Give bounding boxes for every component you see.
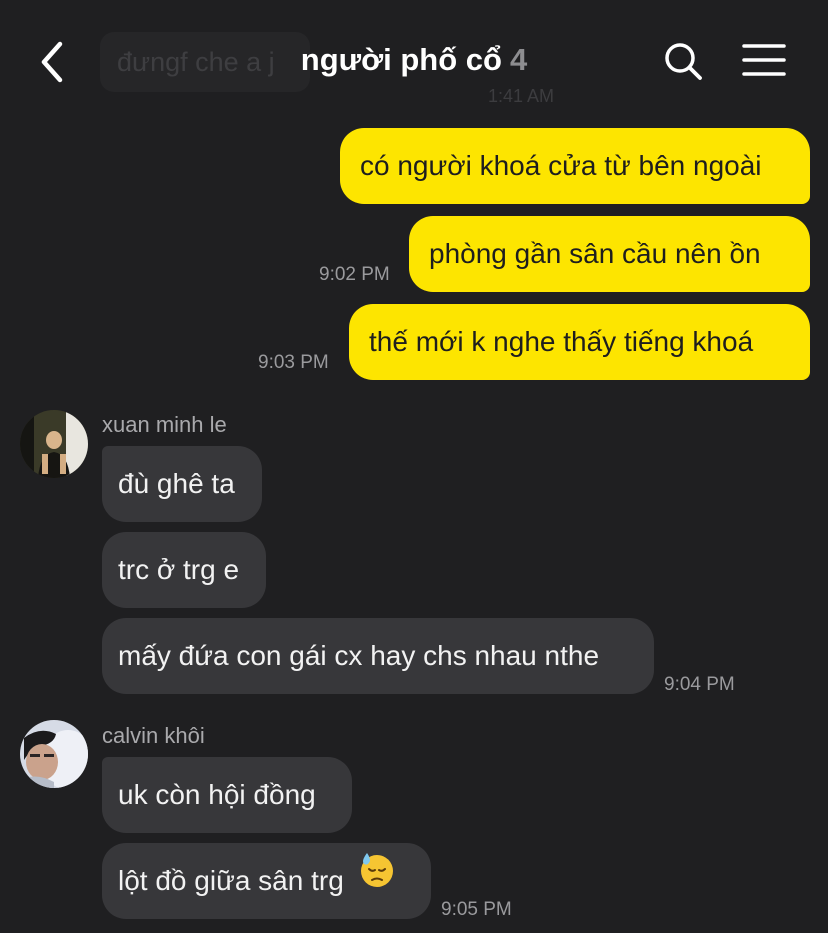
search-icon xyxy=(665,43,702,80)
message-time: 9:03 PM xyxy=(258,352,329,373)
profile-photo xyxy=(20,720,88,788)
sender-name: calvin khôi xyxy=(102,723,205,748)
incoming-message[interactable]: trc ở trg e xyxy=(102,532,266,608)
outgoing-message[interactable]: phòng gần sân cầu nên ồn xyxy=(409,216,810,292)
message-text: đù ghê ta xyxy=(118,468,235,499)
member-count: 4 xyxy=(509,42,528,77)
chat-name: người phố cổ xyxy=(300,42,502,77)
message-time: 9:04 PM xyxy=(664,674,735,695)
message-text: uk còn hội đồng xyxy=(118,779,316,810)
menu-button[interactable] xyxy=(742,42,786,78)
incoming-message[interactable]: đù ghê ta xyxy=(102,446,262,522)
faded-message-time: 1:41 AM xyxy=(488,86,555,106)
incoming-message[interactable]: lột đồ giữa sân trg xyxy=(102,843,431,919)
message-text: trc ở trg e xyxy=(118,554,240,585)
message-text: lột đồ giữa sân trg xyxy=(118,865,344,896)
message-text: có người khoá cửa từ bên ngoài xyxy=(360,150,762,181)
message-time: 9:02 PM xyxy=(319,264,390,285)
message-text: mấy đứa con gái cx hay chs nhau nthe xyxy=(118,640,600,671)
avatar[interactable] xyxy=(20,720,88,788)
profile-photo xyxy=(20,410,88,478)
outgoing-message[interactable]: có người khoá cửa từ bên ngoài xyxy=(340,128,810,204)
sender-name: xuan minh le xyxy=(102,412,227,437)
incoming-message[interactable]: uk còn hội đồng xyxy=(102,757,352,833)
avatar[interactable] xyxy=(20,410,88,478)
message-text: thế mới k nghe thấy tiếng khoá xyxy=(369,326,754,357)
incoming-message[interactable]: mấy đứa con gái cx hay chs nhau nthe xyxy=(102,618,654,694)
message-time: 9:05 PM xyxy=(441,899,512,920)
sweat-emoji-icon xyxy=(358,842,396,918)
search-button[interactable] xyxy=(662,40,704,82)
outgoing-message[interactable]: thế mới k nghe thấy tiếng khoá xyxy=(349,304,810,380)
hamburger-menu-icon xyxy=(742,44,786,76)
message-text: phòng gần sân cầu nên ồn xyxy=(429,238,761,269)
